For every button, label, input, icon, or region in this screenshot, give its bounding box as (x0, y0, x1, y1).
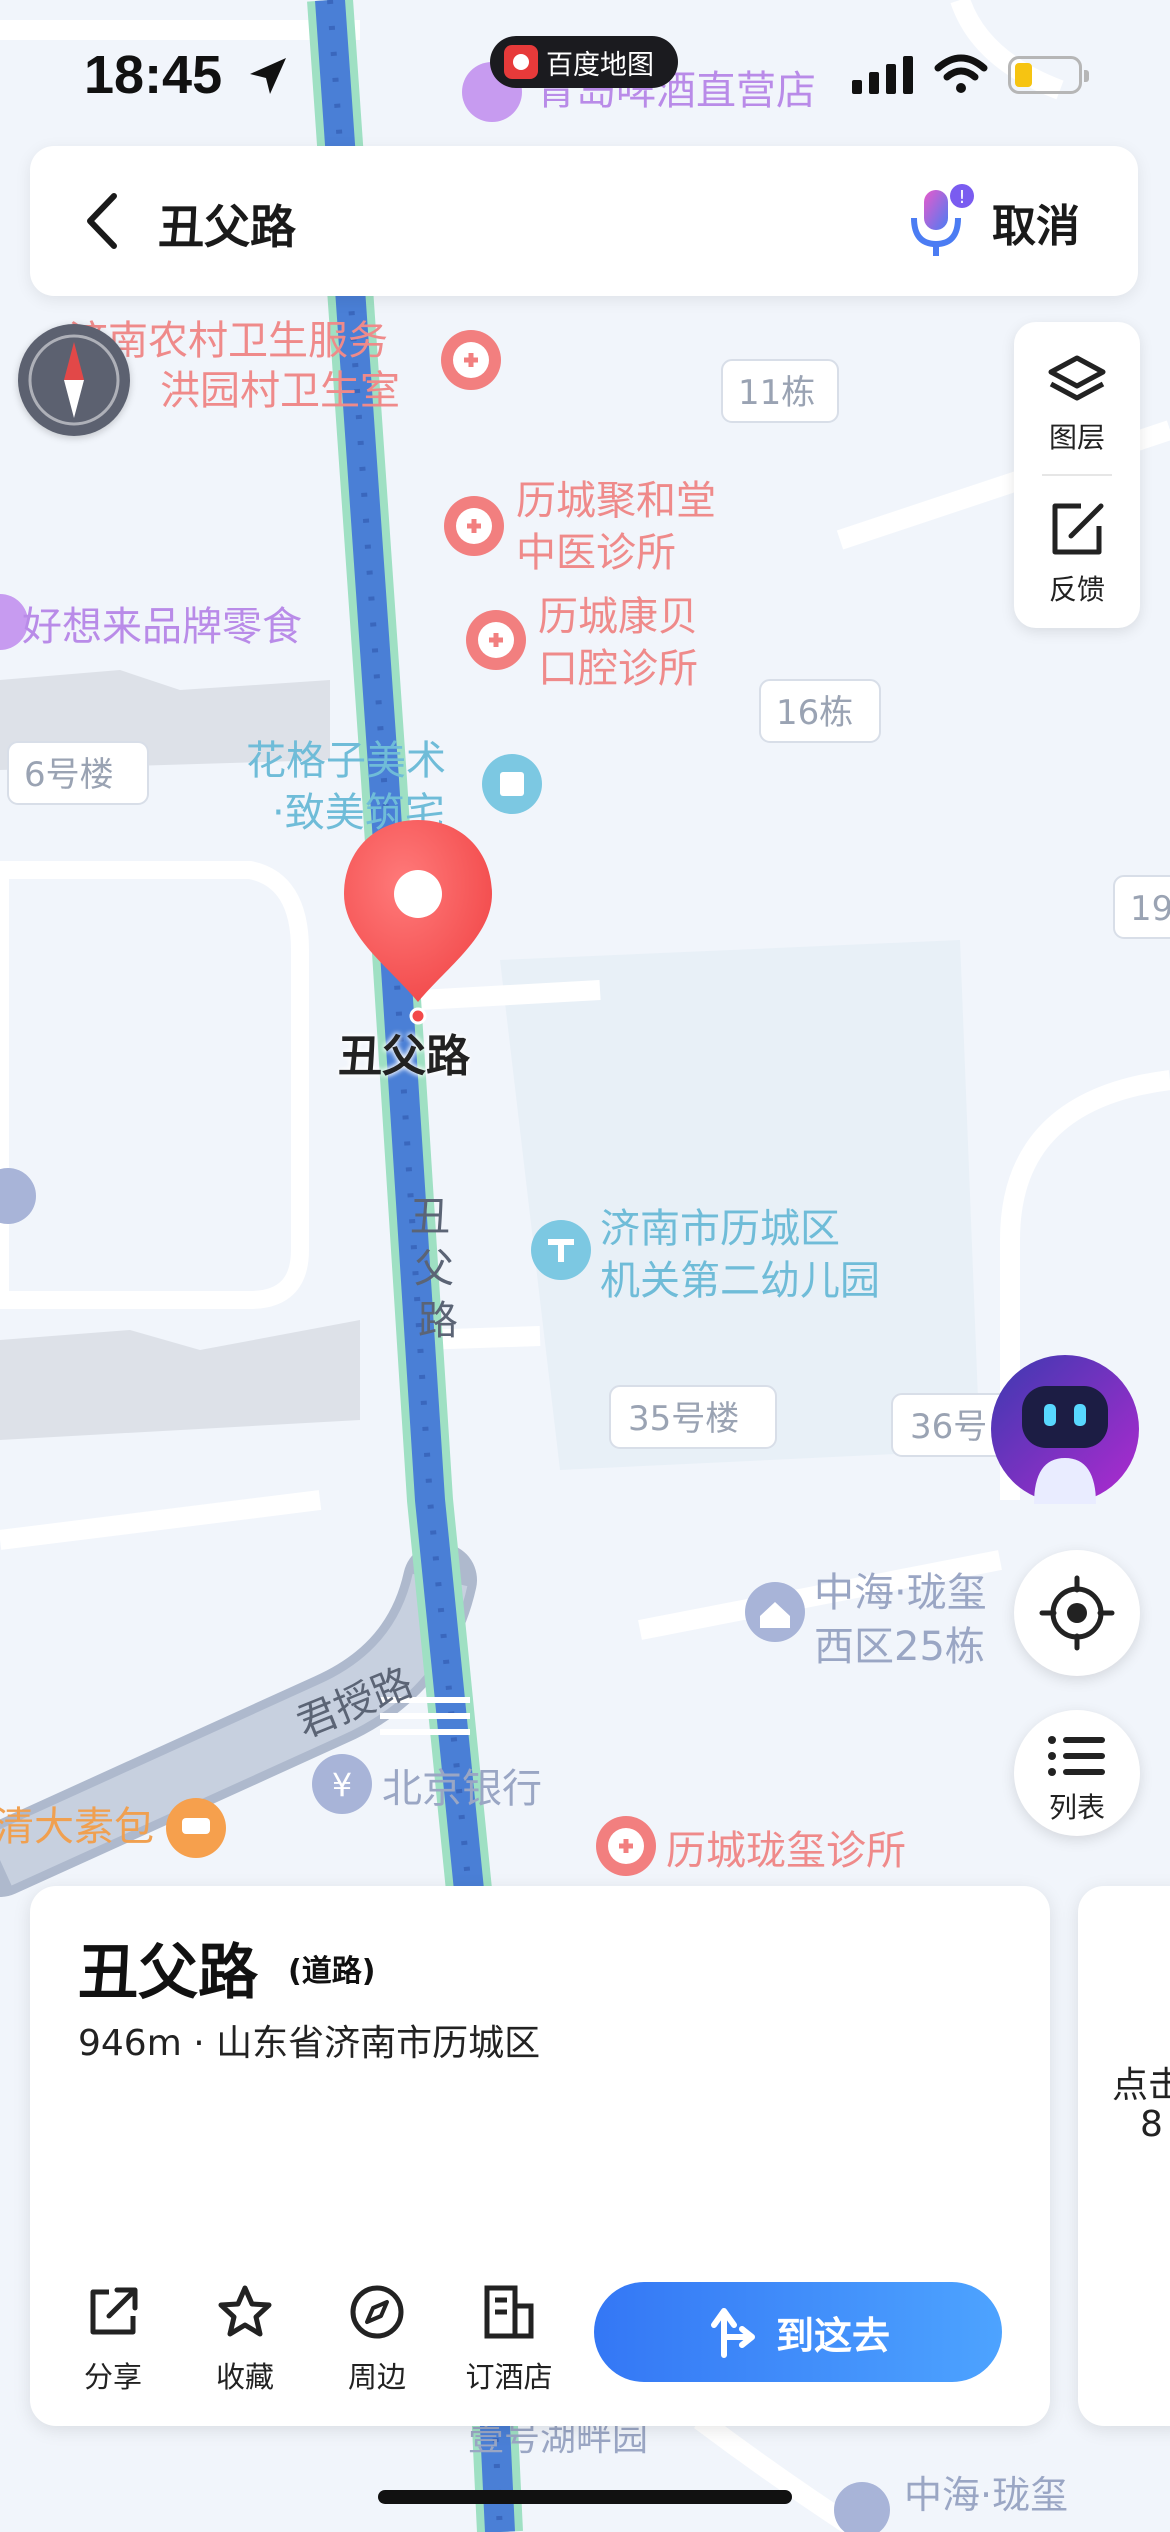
poi-label: 历城珑玺诊所 (666, 1828, 906, 1874)
list-button[interactable]: 列表 (1014, 1710, 1140, 1836)
next-card-text: 点击 (1112, 2065, 1170, 2106)
building-tag-label: 6号楼 (24, 755, 114, 795)
map-tools-panel: 图层 反馈 (1014, 322, 1140, 628)
location-arrow-icon (250, 58, 286, 94)
poi-label: 北京银行 (382, 1766, 542, 1812)
poi-label: 中医诊所 (516, 530, 676, 576)
search-bar[interactable]: 丑父路 ! 取消 (30, 146, 1138, 296)
poi-label: 口腔诊所 (538, 646, 698, 692)
svg-text:!: ! (958, 187, 965, 208)
back-arrow-icon[interactable] (74, 186, 134, 256)
poi-label: 西区25栋 (814, 1624, 985, 1670)
place-detail-card[interactable]: 丑父路 (道路) 946m · 山东省济南市历城区 分享 收藏 周边 订酒店 到… (30, 1886, 1050, 2426)
building-tag-label: 19 (1130, 889, 1170, 929)
place-name: 丑父路 (78, 1938, 258, 2008)
next-card-peek[interactable]: 点击 8 (1078, 1886, 1170, 2426)
search-query[interactable]: 丑父路 (158, 191, 296, 257)
place-distance-address: 946m · 山东省济南市历城区 (78, 2023, 541, 2064)
poi-label: 洪园村卫生室 (160, 368, 400, 414)
road-label: 父 (414, 1246, 454, 1292)
compass-button[interactable] (18, 324, 130, 436)
feedback-label: 反馈 (1048, 573, 1105, 606)
nearby-label: 周边 (347, 2360, 406, 2394)
star-icon (218, 2285, 272, 2337)
art-school-marker[interactable] (482, 754, 542, 814)
building-tag-label: 16栋 (776, 693, 853, 733)
restaurant-marker[interactable] (166, 1798, 226, 1858)
poi-label: 历城康贝 (538, 594, 698, 640)
crosshair-locate-icon (1039, 1575, 1115, 1651)
poi-label: 清大素包 (0, 1804, 154, 1850)
dental-clinic-marker[interactable] (466, 610, 526, 670)
voice-mic-icon[interactable]: ! (900, 182, 980, 262)
favorite-button[interactable]: 收藏 (190, 2282, 300, 2396)
svg-text:¥: ¥ (332, 1766, 352, 1804)
bank-marker[interactable]: ¥ (312, 1754, 372, 1814)
list-icon (1048, 1736, 1105, 1776)
navigate-here-label: 到这去 (775, 2313, 890, 2358)
building-tag-label: 11栋 (738, 373, 815, 413)
feedback-edit-icon (1052, 503, 1104, 555)
clinic-marker[interactable] (444, 496, 504, 556)
hotel-icon (484, 2285, 534, 2339)
compass-nearby-icon (350, 2285, 404, 2339)
feedback-button[interactable]: 反馈 (1014, 476, 1140, 626)
location-pin-icon[interactable] (338, 816, 498, 1026)
list-label: 列表 (1048, 1791, 1105, 1824)
cellular-signal-icon (852, 56, 913, 94)
share-icon (90, 2287, 138, 2335)
place-type: (道路) (288, 1954, 376, 1989)
clinic-marker-2[interactable] (596, 1816, 656, 1876)
battery-icon (1008, 56, 1089, 94)
building-tag-label: 35号楼 (628, 1399, 739, 1439)
next-card-text: 8 (1140, 2104, 1163, 2145)
residence-marker[interactable] (745, 1582, 805, 1642)
poi-label: 济南市历城区 (600, 1206, 840, 1252)
book-hotel-button[interactable]: 订酒店 (454, 2282, 564, 2396)
compass-icon (28, 334, 120, 426)
poi-label: 历城聚和堂 (516, 478, 716, 524)
kindergarten-marker[interactable] (531, 1220, 591, 1280)
status-time: 18:45 (84, 45, 223, 105)
road-label: 丑 (410, 1194, 450, 1240)
book-hotel-label: 订酒店 (465, 2360, 553, 2394)
building-tag-label: 36号 (910, 1407, 987, 1447)
baidu-map-logo-icon (504, 45, 538, 79)
hospital-marker[interactable] (441, 330, 501, 390)
pin-label: 丑父路 (338, 1031, 470, 1082)
status-bar: 18:45 百度地图 (0, 0, 1170, 150)
home-indicator[interactable] (378, 2490, 792, 2504)
poi-label: 花格子美术 (246, 738, 446, 784)
favorite-label: 收藏 (215, 2360, 274, 2394)
nearby-button[interactable]: 周边 (322, 2282, 432, 2396)
share-button[interactable]: 分享 (58, 2282, 168, 2396)
app-return-pill[interactable]: 百度地图 (490, 36, 678, 88)
poi-label: 中海·珑玺 (814, 1570, 987, 1616)
layers-button[interactable]: 图层 (1014, 322, 1140, 472)
road-label: 路 (418, 1298, 458, 1344)
route-arrow-icon (710, 2308, 755, 2358)
poi-label: 中海·珑玺 (904, 2473, 1068, 2517)
navigate-here-button[interactable]: 到这去 (594, 2282, 1002, 2382)
poi-label: 机关第二幼儿园 (600, 1258, 880, 1304)
share-label: 分享 (83, 2360, 142, 2394)
cancel-button[interactable]: 取消 (992, 190, 1080, 254)
poi-label: 好想来品牌零食 (22, 604, 302, 650)
ai-assistant-robot-icon[interactable] (990, 1354, 1140, 1504)
layers-label: 图层 (1048, 421, 1105, 454)
layers-icon (1048, 355, 1106, 401)
wifi-icon (934, 54, 988, 93)
app-name: 百度地图 (546, 49, 654, 81)
my-location-button[interactable] (1014, 1550, 1140, 1676)
